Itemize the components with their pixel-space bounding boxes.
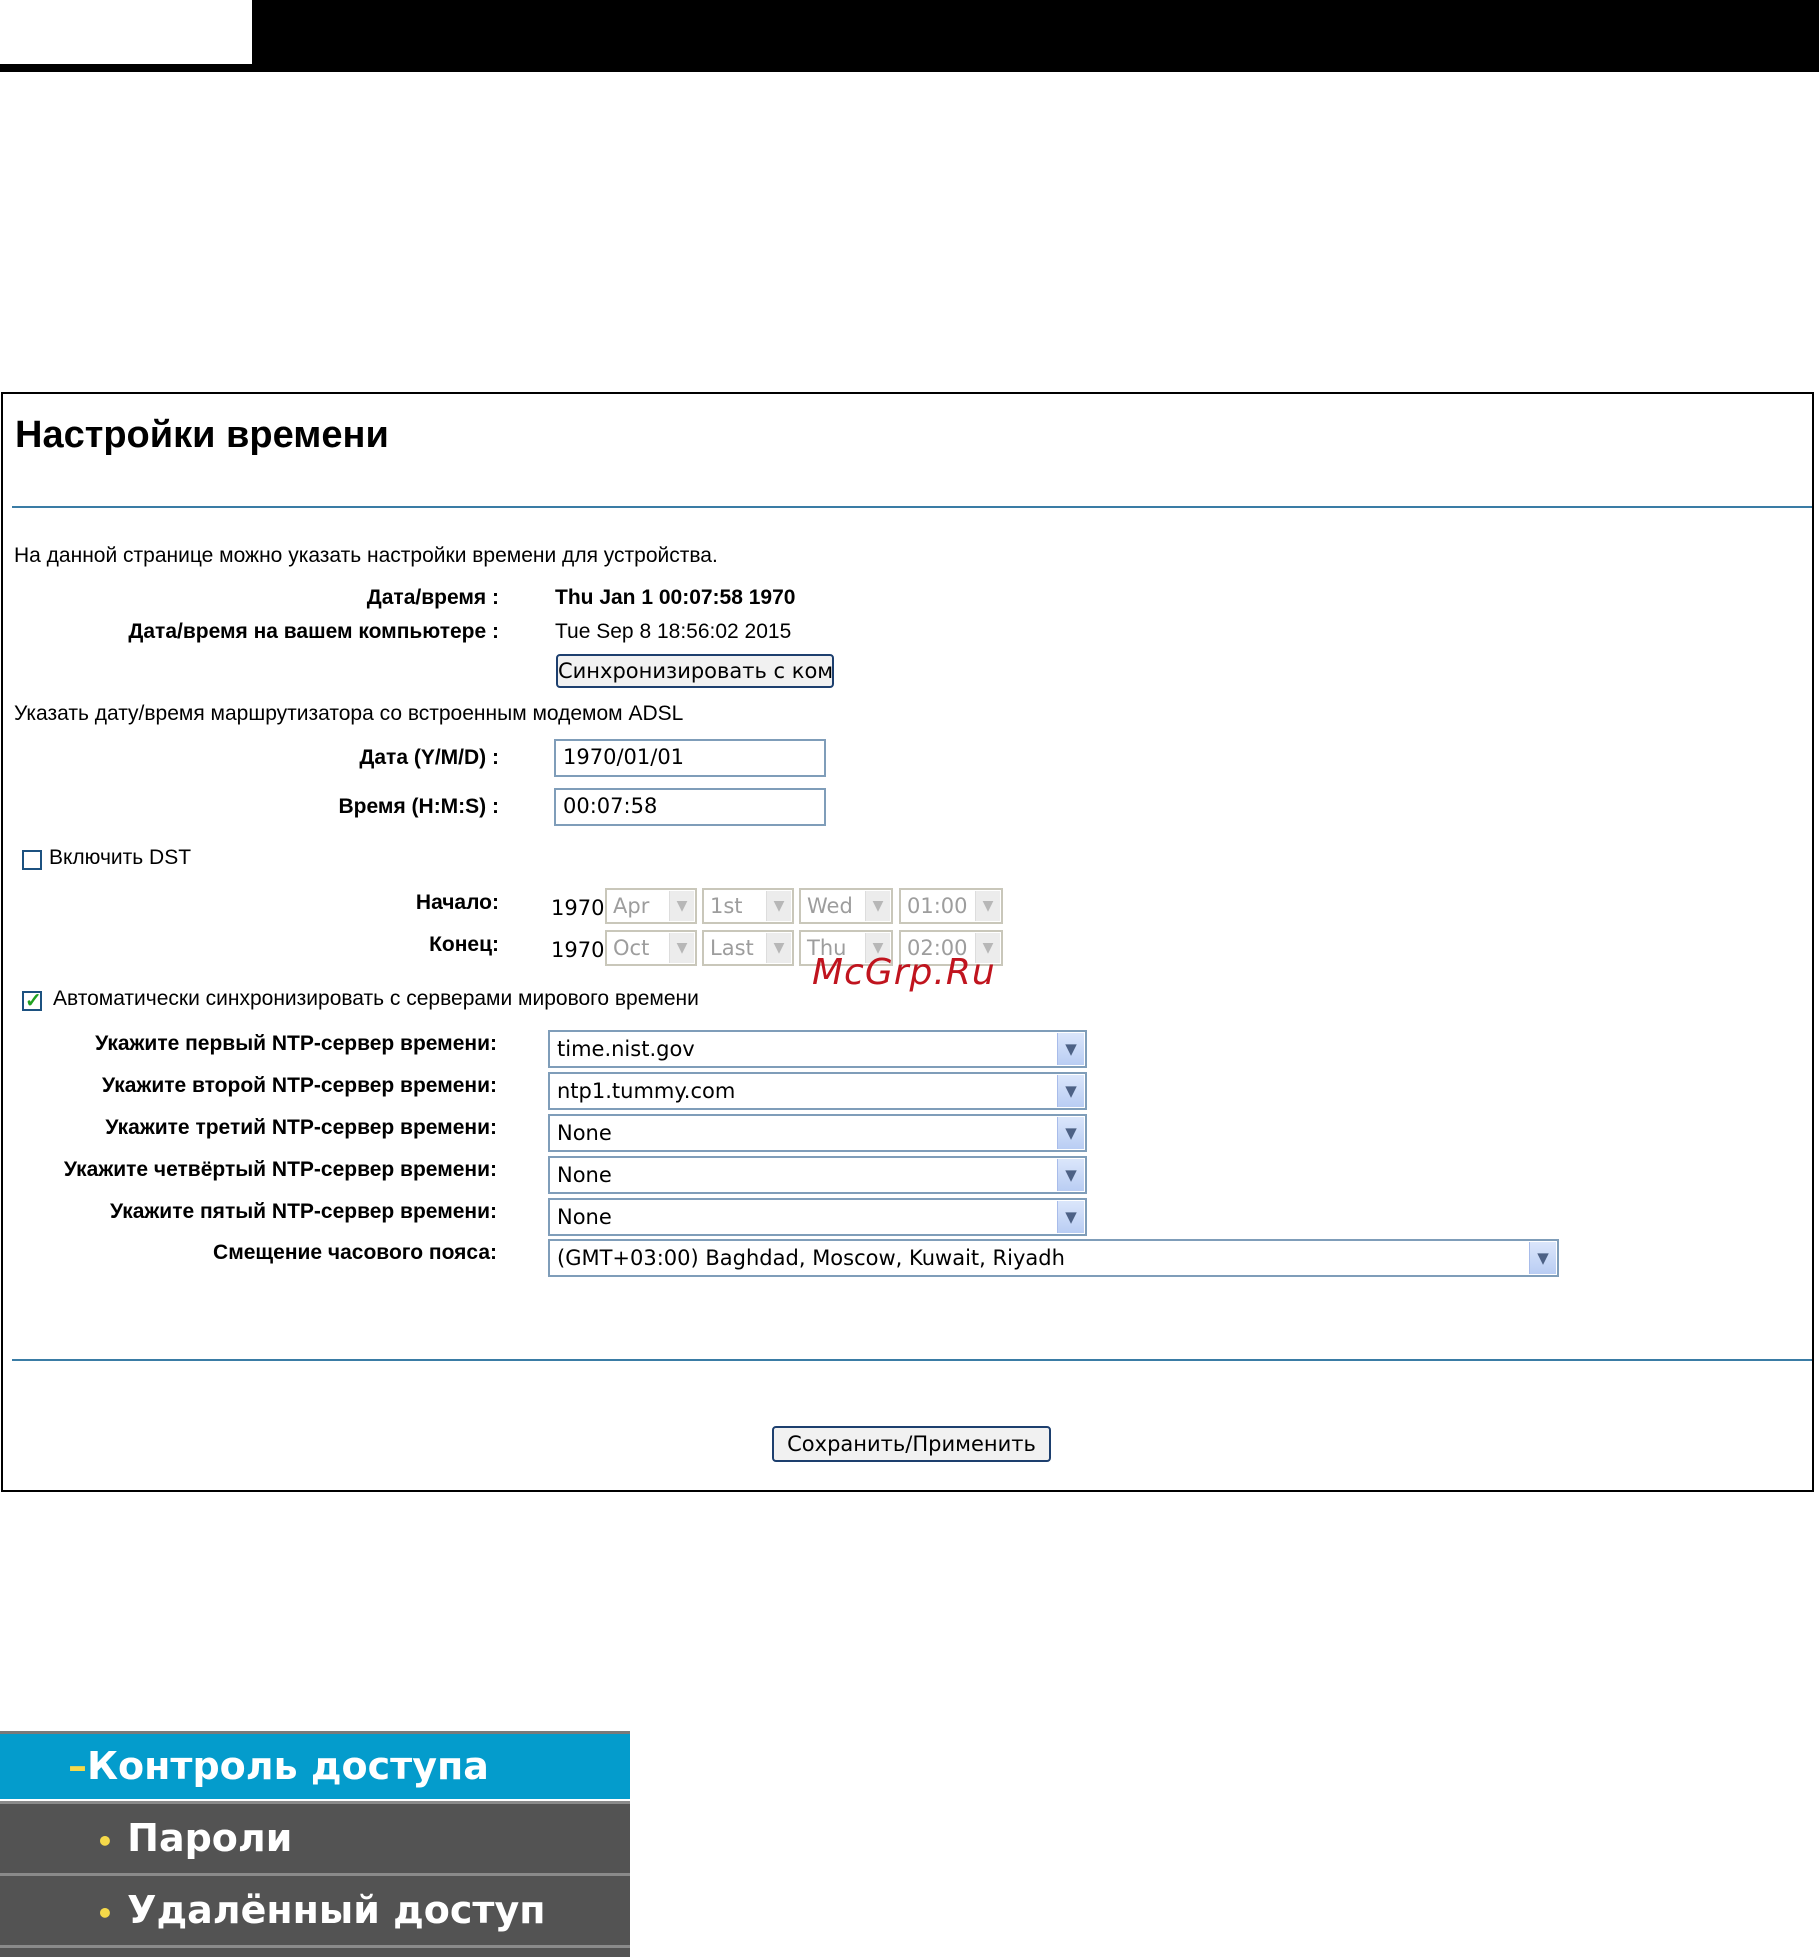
dst-start-day-select[interactable]: Wed ▼ — [799, 888, 893, 924]
auto-sync-checkbox[interactable]: ✓ — [22, 990, 42, 1012]
bullet-icon: • — [96, 1825, 114, 1858]
dst-end-month-value: Oct — [613, 936, 650, 960]
ntp5-select[interactable]: None ▼ — [548, 1198, 1087, 1236]
ntp1-select[interactable]: time.nist.gov ▼ — [548, 1030, 1087, 1068]
watermark: McGrp.Ru — [812, 952, 996, 993]
ntp4-select[interactable]: None ▼ — [548, 1156, 1087, 1194]
chevron-down-icon: ▼ — [1057, 1075, 1084, 1107]
auto-sync-label: Автоматически синхронизировать с сервера… — [53, 987, 699, 1010]
chevron-down-icon: ▼ — [1057, 1201, 1084, 1233]
sync-with-pc-button[interactable]: Синхронизировать с компьютером — [556, 654, 834, 688]
ntp2-value: ntp1.tummy.com — [557, 1079, 736, 1103]
sidebar-item-remote-access[interactable]: • Удалённый доступ — [0, 1873, 630, 1945]
dst-start-month-value: Apr — [613, 894, 650, 918]
dst-start-week-select[interactable]: 1st ▼ — [702, 888, 794, 924]
ntp1-value: time.nist.gov — [557, 1037, 695, 1061]
date-input[interactable]: 1970/01/01 — [554, 739, 826, 777]
ntp5-value: None — [557, 1205, 612, 1229]
dst-start-time-select[interactable]: 01:00 ▼ — [899, 888, 1003, 924]
dst-start-month-select[interactable]: Apr ▼ — [605, 888, 697, 924]
minus-icon: – — [68, 1744, 87, 1788]
datetime-label: Дата/время : — [366, 586, 499, 609]
ntp2-select[interactable]: ntp1.tummy.com ▼ — [548, 1072, 1087, 1110]
chevron-down-icon: ▼ — [975, 891, 1000, 921]
time-settings-panel: Настройки времени На данной странице мож… — [1, 392, 1814, 1492]
dst-end-week-select[interactable]: Last ▼ — [702, 930, 794, 966]
sidebar-item-label: Удалённый доступ — [127, 1888, 546, 1932]
chevron-down-icon: ▼ — [865, 891, 890, 921]
dst-start-label: Начало: — [415, 891, 499, 914]
ntp3-value: None — [557, 1121, 612, 1145]
pc-datetime-label: Дата/время на вашем компьютере : — [128, 620, 499, 643]
ntp5-label: Укажите пятый NTP-сервер времени: — [109, 1200, 497, 1223]
dst-label: Включить DST — [49, 846, 192, 869]
dst-end-month-select[interactable]: Oct ▼ — [605, 930, 697, 966]
ntp4-label: Укажите четвёртый NTP-сервер времени: — [63, 1158, 497, 1181]
dst-start-week-value: 1st — [710, 894, 743, 918]
timezone-label: Смещение часового пояса: — [213, 1241, 497, 1264]
bullet-icon: • — [96, 1897, 114, 1930]
dst-end-week-value: Last — [710, 936, 754, 960]
time-input[interactable]: 00:07:58 — [554, 788, 826, 826]
header-logo-area — [0, 0, 252, 64]
checkmark-icon: ✓ — [25, 990, 42, 1012]
chevron-down-icon: ▼ — [669, 891, 694, 921]
divider — [12, 506, 1812, 508]
datetime-value: Thu Jan 1 00:07:58 1970 — [555, 586, 796, 609]
chevron-down-icon: ▼ — [766, 933, 791, 963]
date-label: Дата (Y/M/D) : — [359, 746, 499, 769]
dst-start-day-value: Wed — [807, 894, 853, 918]
time-label: Время (H:M:S) : — [338, 795, 499, 818]
save-apply-button[interactable]: Сохранить/Применить — [772, 1426, 1051, 1462]
sidebar-item-label: Контроль доступа — [87, 1744, 489, 1788]
dst-checkbox[interactable] — [22, 850, 42, 870]
chevron-down-icon: ▼ — [669, 933, 694, 963]
page-title: Настройки времени — [15, 414, 389, 456]
dst-end-label: Конец: — [429, 933, 499, 956]
sidebar-item-label: Пароли — [127, 1816, 293, 1860]
timezone-value: (GMT+03:00) Baghdad, Moscow, Kuwait, Riy… — [557, 1246, 1065, 1270]
ntp3-select[interactable]: None ▼ — [548, 1114, 1087, 1152]
pc-datetime-value: Tue Sep 8 18:56:02 2015 — [555, 620, 792, 643]
sidebar-item-next — [0, 1945, 630, 1957]
page-description: На данной странице можно указать настрой… — [14, 544, 718, 567]
ntp1-label: Укажите первый NTP-сервер времени: — [95, 1032, 497, 1055]
manual-set-text: Указать дату/время маршрутизатора со вст… — [14, 702, 684, 725]
chevron-down-icon: ▼ — [1529, 1242, 1556, 1274]
dst-end-year: 1970 — [551, 938, 605, 962]
ntp2-label: Укажите второй NTP-сервер времени: — [101, 1074, 497, 1097]
timezone-select[interactable]: (GMT+03:00) Baghdad, Moscow, Kuwait, Riy… — [548, 1239, 1559, 1277]
divider — [12, 1359, 1812, 1361]
top-header-bar — [0, 0, 1819, 72]
sidebar-item-access-control[interactable]: –Контроль доступа — [0, 1731, 630, 1799]
ntp3-label: Укажите третий NTP-сервер времени: — [105, 1116, 497, 1139]
chevron-down-icon: ▼ — [766, 891, 791, 921]
chevron-down-icon: ▼ — [1057, 1033, 1084, 1065]
ntp4-value: None — [557, 1163, 612, 1187]
dst-start-time-value: 01:00 — [907, 894, 968, 918]
sidebar-item-passwords[interactable]: • Пароли — [0, 1801, 630, 1873]
chevron-down-icon: ▼ — [1057, 1159, 1084, 1191]
chevron-down-icon: ▼ — [1057, 1117, 1084, 1149]
dst-start-year: 1970 — [551, 896, 605, 920]
